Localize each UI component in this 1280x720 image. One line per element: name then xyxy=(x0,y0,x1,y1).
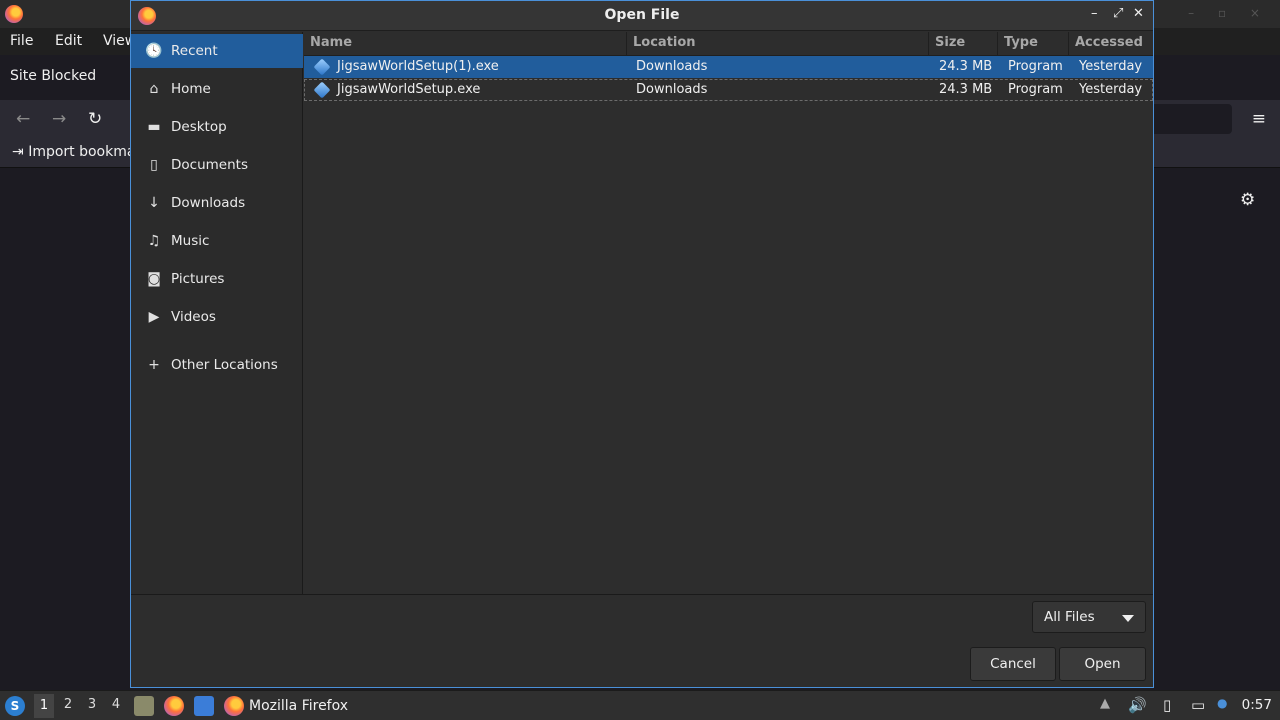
clock-icon: 🕓 xyxy=(145,43,163,59)
back-arrow-icon[interactable]: ← xyxy=(16,109,30,129)
download-icon: ↓ xyxy=(148,195,160,211)
tray-arrow-icon[interactable]: ▲ xyxy=(1100,696,1110,711)
sidebar-item-other-locations[interactable]: + Other Locations xyxy=(131,348,303,382)
file-type: Program xyxy=(1008,59,1063,74)
reload-icon[interactable]: ↻ xyxy=(88,109,102,129)
url-bar[interactable] xyxy=(1150,104,1232,134)
sidebar-item-label: Recent xyxy=(171,43,218,59)
sidebar-item-pictures[interactable]: ◙ Pictures xyxy=(131,262,303,296)
forward-arrow-icon[interactable]: → xyxy=(52,109,66,129)
file-location: Downloads xyxy=(636,59,708,74)
workspace-2[interactable]: 2 xyxy=(58,697,78,712)
gear-icon[interactable]: ⚙ xyxy=(1240,190,1255,210)
camera-icon: ◙ xyxy=(147,271,161,287)
start-menu-icon[interactable]: S xyxy=(5,696,25,716)
video-icon: ▶ xyxy=(148,309,160,325)
table-row[interactable]: JigsawWorldSetup.exe Downloads 24.3 MB P… xyxy=(304,79,1153,101)
firefox-logo-icon xyxy=(5,5,23,23)
sidebar-item-label: Documents xyxy=(171,157,248,173)
taskbar-task-firefox[interactable]: Mozilla Firefox xyxy=(224,694,348,718)
column-header-type[interactable]: Type xyxy=(998,32,1069,56)
file-type-filter-dropdown[interactable]: All Files xyxy=(1032,601,1146,633)
file-type: Program xyxy=(1008,82,1063,97)
volume-icon[interactable]: 🔊 xyxy=(1128,696,1147,714)
sidebar-item-label: Videos xyxy=(171,309,216,325)
menu-edit[interactable]: Edit xyxy=(55,33,82,49)
plus-icon: + xyxy=(148,357,160,373)
open-file-dialog: Open File – ⤢ ✕ 🕓 Recent ⌂ Home ▬ Deskto… xyxy=(130,0,1154,688)
file-accessed: Yesterday xyxy=(1079,82,1143,97)
desktop-icon[interactable] xyxy=(194,696,214,716)
menu-file[interactable]: File xyxy=(10,33,33,49)
file-size: 24.3 MB xyxy=(939,59,993,74)
home-icon: ⌂ xyxy=(149,81,159,97)
clock: 0:57 xyxy=(1241,697,1272,713)
sidebar-item-documents[interactable]: ▯ Documents xyxy=(131,148,303,182)
sidebar-item-videos[interactable]: ▶ Videos xyxy=(131,300,303,334)
file-name: JigsawWorldSetup.exe xyxy=(337,82,481,97)
hamburger-menu-icon[interactable]: ≡ xyxy=(1252,109,1266,129)
dialog-header: Open File – ⤢ ✕ xyxy=(131,1,1153,31)
file-size: 24.3 MB xyxy=(939,82,993,97)
sidebar-item-label: Home xyxy=(171,81,211,97)
places-sidebar: 🕓 Recent ⌂ Home ▬ Desktop ▯ Documents ↓ … xyxy=(131,32,303,594)
notification-icon[interactable]: ● xyxy=(1217,696,1227,710)
minimize-icon[interactable]: – xyxy=(1091,6,1098,21)
tab-site-blocked[interactable]: Site Blocked xyxy=(10,68,96,84)
chevron-down-icon xyxy=(1122,615,1134,622)
cancel-button[interactable]: Cancel xyxy=(970,647,1056,681)
executable-icon xyxy=(313,58,331,76)
open-button[interactable]: Open xyxy=(1059,647,1146,681)
sidebar-item-downloads[interactable]: ↓ Downloads xyxy=(131,186,303,220)
task-label: Mozilla Firefox xyxy=(249,698,349,714)
workspace-3[interactable]: 3 xyxy=(82,697,102,712)
column-header-size[interactable]: Size xyxy=(929,32,998,56)
column-header-accessed[interactable]: Accessed xyxy=(1069,32,1153,56)
clipboard-icon[interactable]: ▯ xyxy=(1163,696,1171,714)
maximize-icon[interactable]: ⤢ xyxy=(1113,6,1123,21)
filter-label: All Files xyxy=(1044,609,1095,625)
workspace-4[interactable]: 4 xyxy=(106,697,126,712)
sidebar-item-recent[interactable]: 🕓 Recent xyxy=(131,34,303,68)
network-icon[interactable]: ▭ xyxy=(1191,696,1205,714)
executable-icon xyxy=(313,81,331,99)
sidebar-item-label: Other Locations xyxy=(171,357,278,373)
dialog-title: Open File xyxy=(604,7,680,23)
file-name: JigsawWorldSetup(1).exe xyxy=(337,59,499,74)
music-icon: ♫ xyxy=(147,233,161,249)
sidebar-item-home[interactable]: ⌂ Home xyxy=(131,72,303,106)
sidebar-item-music[interactable]: ♫ Music xyxy=(131,224,303,258)
footer-separator xyxy=(131,594,1153,595)
file-location: Downloads xyxy=(636,82,708,97)
column-header-name[interactable]: Name xyxy=(304,32,627,56)
document-icon: ▯ xyxy=(150,157,158,173)
file-accessed: Yesterday xyxy=(1079,59,1143,74)
sidebar-item-label: Downloads xyxy=(171,195,246,211)
sidebar-item-label: Pictures xyxy=(171,271,225,287)
firefox-window-controls: – ▫ × xyxy=(1188,6,1270,20)
firefox-launcher-icon[interactable] xyxy=(164,696,184,716)
folder-icon: ▬ xyxy=(147,119,161,135)
firefox-logo-icon xyxy=(224,696,244,716)
file-list: Name Location Size Type Accessed JigsawW… xyxy=(304,32,1153,594)
sidebar-item-label: Desktop xyxy=(171,119,227,135)
sidebar-item-label: Music xyxy=(171,233,210,249)
taskbar: S 1 2 3 4 Mozilla Firefox ▲ 🔊 ▯ ▭ ● 0:57 xyxy=(0,690,1280,720)
file-manager-icon[interactable] xyxy=(134,696,154,716)
close-icon[interactable]: ✕ xyxy=(1133,6,1144,21)
sidebar-item-desktop[interactable]: ▬ Desktop xyxy=(131,110,303,144)
column-header-location[interactable]: Location xyxy=(627,32,929,56)
workspace-1[interactable]: 1 xyxy=(34,694,54,718)
table-row[interactable]: JigsawWorldSetup(1).exe Downloads 24.3 M… xyxy=(304,56,1153,78)
